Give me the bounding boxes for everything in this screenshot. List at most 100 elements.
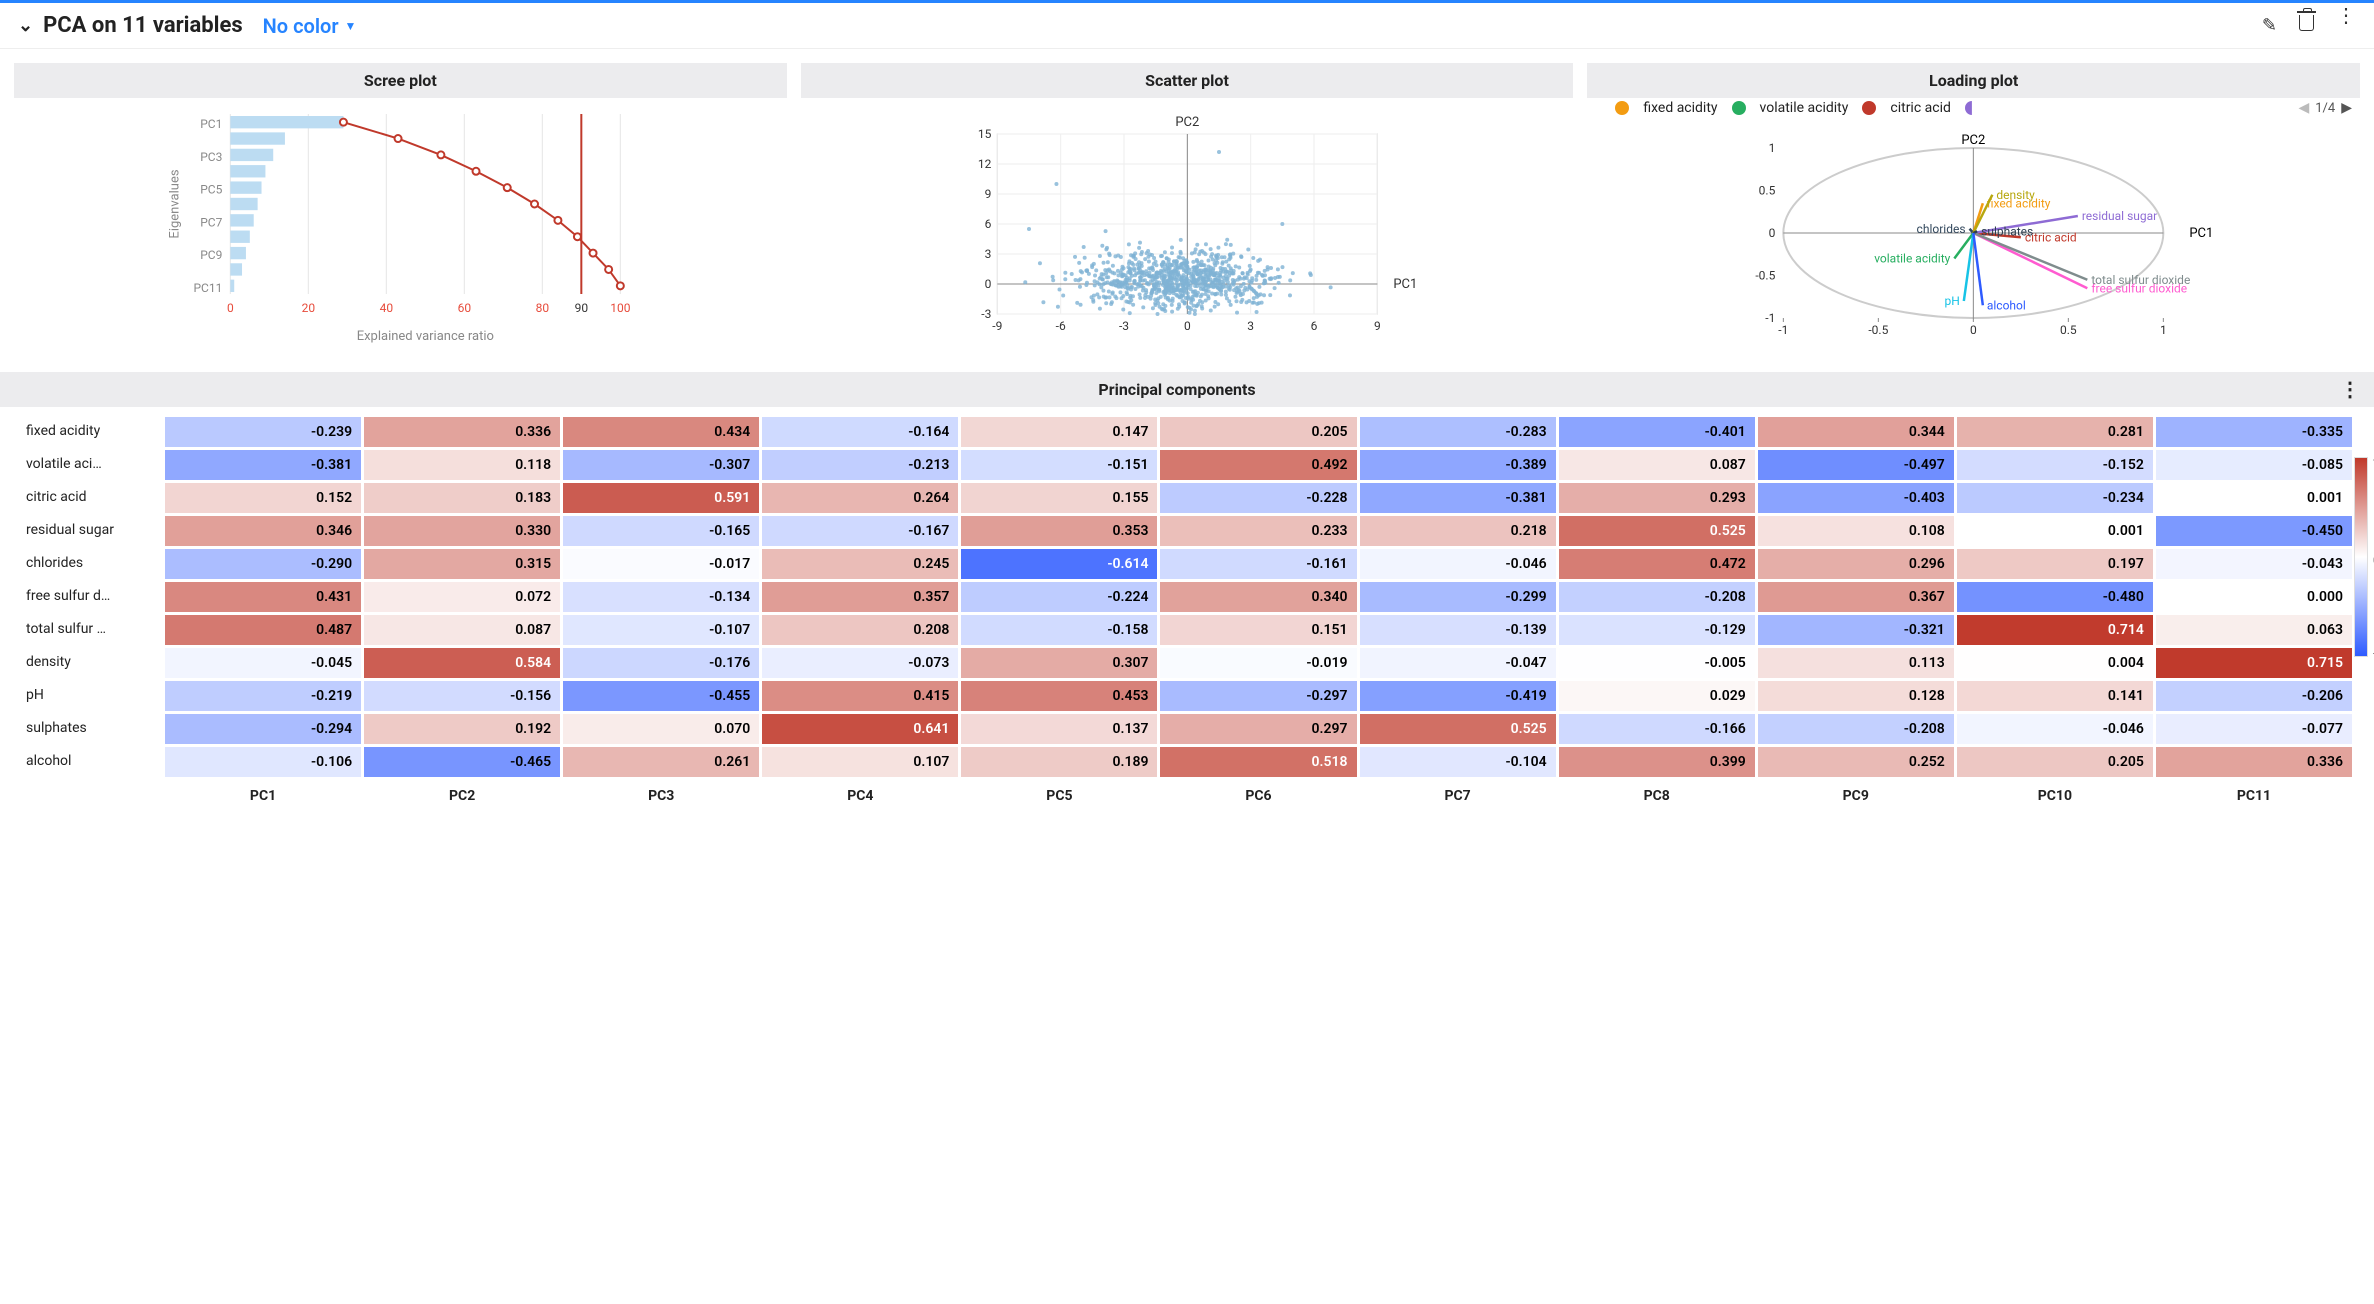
pc-cell[interactable]: 0.107 xyxy=(762,747,958,777)
pc-cell[interactable]: -0.381 xyxy=(165,450,361,480)
edit-icon[interactable] xyxy=(2262,15,2277,36)
pc-cell[interactable]: 0.415 xyxy=(762,681,958,711)
legend-prev-icon[interactable]: ◀ xyxy=(2298,100,2309,116)
pc-cell[interactable]: -0.152 xyxy=(1957,450,2153,480)
pc-cell[interactable]: -0.046 xyxy=(1957,714,2153,744)
pc-cell[interactable]: 0.118 xyxy=(364,450,560,480)
pc-cell[interactable]: 0.346 xyxy=(165,516,361,546)
pc-cell[interactable]: 0.208 xyxy=(762,615,958,645)
legend-next-icon[interactable]: ▶ xyxy=(2341,100,2352,116)
pc-cell[interactable]: 0.330 xyxy=(364,516,560,546)
pc-cell[interactable]: -0.307 xyxy=(563,450,759,480)
pc-cell[interactable]: 0.000 xyxy=(2156,582,2352,612)
pc-cell[interactable]: -0.450 xyxy=(2156,516,2352,546)
pc-cell[interactable]: -0.239 xyxy=(165,417,361,447)
pc-cell[interactable]: -0.234 xyxy=(1957,483,2153,513)
pc-cell[interactable]: -0.166 xyxy=(1559,714,1755,744)
pc-cell[interactable]: 0.399 xyxy=(1559,747,1755,777)
pc-cell[interactable]: -0.401 xyxy=(1559,417,1755,447)
legend-pager[interactable]: ◀1/4▶ xyxy=(2298,100,2352,116)
pc-cell[interactable]: 0.001 xyxy=(1957,516,2153,546)
pc-cell[interactable]: -0.139 xyxy=(1360,615,1556,645)
pc-cell[interactable]: -0.073 xyxy=(762,648,958,678)
pc-cell[interactable]: 0.340 xyxy=(1160,582,1356,612)
pc-cell[interactable]: 0.245 xyxy=(762,549,958,579)
pc-cell[interactable]: -0.224 xyxy=(961,582,1157,612)
pc-cell[interactable]: -0.389 xyxy=(1360,450,1556,480)
pc-cell[interactable]: 0.525 xyxy=(1559,516,1755,546)
pc-cell[interactable]: -0.176 xyxy=(563,648,759,678)
pc-cell[interactable]: -0.047 xyxy=(1360,648,1556,678)
pc-cell[interactable]: 0.357 xyxy=(762,582,958,612)
pc-cell[interactable]: 0.087 xyxy=(364,615,560,645)
pc-cell[interactable]: -0.161 xyxy=(1160,549,1356,579)
pc-more-icon[interactable] xyxy=(2340,389,2360,391)
pc-cell[interactable]: 0.155 xyxy=(961,483,1157,513)
color-dropdown[interactable]: No color ▼ xyxy=(263,14,357,38)
pc-cell[interactable]: 0.113 xyxy=(1758,648,1954,678)
pc-cell[interactable]: 0.344 xyxy=(1758,417,1954,447)
pc-cell[interactable]: 0.205 xyxy=(1957,747,2153,777)
pc-cell[interactable]: -0.017 xyxy=(563,549,759,579)
pc-cell[interactable]: -0.129 xyxy=(1559,615,1755,645)
pc-cell[interactable]: 0.152 xyxy=(165,483,361,513)
pc-cell[interactable]: -0.208 xyxy=(1758,714,1954,744)
pc-cell[interactable]: -0.208 xyxy=(1559,582,1755,612)
pc-cell[interactable]: -0.219 xyxy=(165,681,361,711)
pc-cell[interactable]: 0.492 xyxy=(1160,450,1356,480)
scatter-chart[interactable]: -9-6-30369-303691215PC2PC1 xyxy=(805,104,1570,344)
pc-cell[interactable]: 0.218 xyxy=(1360,516,1556,546)
pc-cell[interactable]: 0.434 xyxy=(563,417,759,447)
delete-icon[interactable] xyxy=(2299,15,2314,36)
pc-cell[interactable]: 0.004 xyxy=(1957,648,2153,678)
pc-cell[interactable]: -0.403 xyxy=(1758,483,1954,513)
pc-cell[interactable]: 0.070 xyxy=(563,714,759,744)
pc-cell[interactable]: 0.714 xyxy=(1957,615,2153,645)
collapse-icon[interactable]: ⌄ xyxy=(18,15,33,36)
pc-cell[interactable]: -0.497 xyxy=(1758,450,1954,480)
pc-cell[interactable]: -0.455 xyxy=(563,681,759,711)
pc-cell[interactable]: 0.233 xyxy=(1160,516,1356,546)
pc-cell[interactable]: -0.151 xyxy=(961,450,1157,480)
pc-cell[interactable]: -0.104 xyxy=(1360,747,1556,777)
pc-cell[interactable]: -0.335 xyxy=(2156,417,2352,447)
pc-cell[interactable]: -0.106 xyxy=(165,747,361,777)
pc-cell[interactable]: 0.205 xyxy=(1160,417,1356,447)
pc-cell[interactable]: 0.336 xyxy=(364,417,560,447)
pc-cell[interactable]: 0.525 xyxy=(1360,714,1556,744)
pc-cell[interactable]: 0.584 xyxy=(364,648,560,678)
pc-cell[interactable]: 0.252 xyxy=(1758,747,1954,777)
pc-cell[interactable]: -0.614 xyxy=(961,549,1157,579)
pc-cell[interactable]: 0.197 xyxy=(1957,549,2153,579)
pc-cell[interactable]: -0.077 xyxy=(2156,714,2352,744)
pc-cell[interactable]: 0.367 xyxy=(1758,582,1954,612)
pc-cell[interactable]: 0.591 xyxy=(563,483,759,513)
pc-cell[interactable]: -0.005 xyxy=(1559,648,1755,678)
pc-cell[interactable]: -0.321 xyxy=(1758,615,1954,645)
pc-cell[interactable]: 0.264 xyxy=(762,483,958,513)
pc-cell[interactable]: 0.029 xyxy=(1559,681,1755,711)
pc-cell[interactable]: 0.641 xyxy=(762,714,958,744)
pc-cell[interactable]: -0.134 xyxy=(563,582,759,612)
pc-cell[interactable]: 0.296 xyxy=(1758,549,1954,579)
pc-cell[interactable]: 0.431 xyxy=(165,582,361,612)
pc-cell[interactable]: -0.164 xyxy=(762,417,958,447)
pc-cell[interactable]: 0.353 xyxy=(961,516,1157,546)
pc-cell[interactable]: 0.336 xyxy=(2156,747,2352,777)
pc-cell[interactable]: 0.087 xyxy=(1559,450,1755,480)
pc-cell[interactable]: 0.001 xyxy=(2156,483,2352,513)
pc-cell[interactable]: -0.213 xyxy=(762,450,958,480)
pc-cell[interactable]: -0.085 xyxy=(2156,450,2352,480)
pc-cell[interactable]: -0.167 xyxy=(762,516,958,546)
pc-cell[interactable]: -0.297 xyxy=(1160,681,1356,711)
pc-cell[interactable]: 0.151 xyxy=(1160,615,1356,645)
pc-cell[interactable]: 0.518 xyxy=(1160,747,1356,777)
pc-cell[interactable]: -0.465 xyxy=(364,747,560,777)
loading-chart[interactable]: -1-0.500.51-1-0.500.51fixed acidityvolat… xyxy=(1591,128,2356,348)
pc-cell[interactable]: 0.063 xyxy=(2156,615,2352,645)
pc-cell[interactable]: 0.307 xyxy=(961,648,1157,678)
pc-cell[interactable]: -0.156 xyxy=(364,681,560,711)
pc-cell[interactable]: 0.472 xyxy=(1559,549,1755,579)
pc-cell[interactable]: -0.290 xyxy=(165,549,361,579)
pc-cell[interactable]: -0.206 xyxy=(2156,681,2352,711)
